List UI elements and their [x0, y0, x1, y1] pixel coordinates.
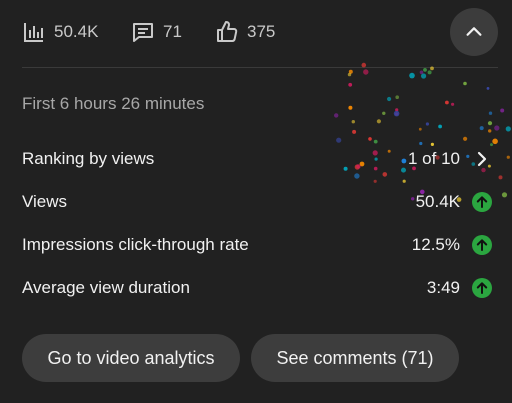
trend-up-icon — [472, 278, 492, 298]
confetti-dot — [351, 120, 355, 124]
confetti-dot — [463, 81, 467, 86]
metric-label: Ranking by views — [22, 149, 155, 168]
see-comments-button[interactable]: See comments (71) — [251, 334, 459, 382]
confetti-dot — [488, 111, 493, 115]
confetti-dot — [361, 62, 367, 68]
metric-row-avg-duration: Average view duration 3:49 — [22, 273, 492, 303]
metric-row-views: Views 50.4K — [22, 187, 492, 217]
confetti-dot — [438, 124, 442, 129]
confetti-dot — [348, 82, 353, 87]
stats-row: 50.4K 71 375 — [0, 0, 512, 64]
confetti-dot — [419, 70, 424, 75]
bar-chart-icon — [24, 23, 43, 42]
likes-stat: 375 — [215, 18, 275, 46]
confetti-dot — [500, 108, 505, 113]
collapse-button[interactable] — [450, 8, 498, 56]
confetti-dot — [486, 87, 490, 90]
confetti-dot — [336, 137, 342, 143]
chevron-up-icon — [466, 27, 482, 36]
confetti-dot — [382, 111, 386, 115]
confetti-dot — [409, 72, 415, 79]
metric-value: 3:49 — [426, 278, 460, 297]
confetti-dot — [373, 139, 378, 144]
confetti-dot — [373, 179, 377, 183]
confetti-dot — [492, 138, 498, 145]
trend-up-icon — [472, 192, 492, 212]
confetti-dot — [463, 136, 468, 141]
confetti-dot — [505, 126, 511, 132]
confetti-dot — [487, 121, 493, 126]
likes-count: 375 — [247, 22, 276, 41]
views-count: 50.4K — [54, 22, 99, 41]
confetti-dot — [423, 68, 427, 72]
comment-icon — [133, 23, 153, 42]
confetti-dot — [425, 122, 429, 126]
confetti-dot — [430, 66, 434, 71]
metric-value: 1 of 10 — [408, 149, 460, 168]
confetti-dot — [421, 73, 427, 79]
confetti-dot — [376, 119, 381, 124]
metric-label: Average view duration — [22, 278, 190, 297]
confetti-dot — [352, 129, 357, 134]
confetti-dot — [498, 175, 503, 180]
confetti-dot — [418, 127, 422, 131]
confetti-dot — [427, 70, 432, 75]
confetti-dot — [334, 113, 339, 118]
metric-row-ranking[interactable]: Ranking by views 1 of 10 — [22, 144, 492, 174]
confetti-dot — [368, 137, 372, 141]
confetti-dot — [393, 110, 400, 117]
video-analytics-button[interactable]: Go to video analytics — [22, 334, 240, 382]
metric-row-ctr: Impressions click-through rate 12.5% — [22, 230, 492, 260]
confetti-dot — [395, 95, 399, 99]
confetti-dot — [348, 105, 353, 110]
metric-value: 50.4K — [415, 192, 460, 211]
confetti-dot — [506, 155, 510, 159]
confetti-dot — [494, 125, 500, 131]
confetti-dot — [501, 192, 508, 198]
comments-count: 71 — [163, 22, 182, 41]
trend-up-icon — [472, 235, 492, 255]
confetti-dot — [402, 179, 406, 183]
metric-label: Views — [22, 192, 68, 211]
metric-value: 12.5% — [411, 235, 460, 254]
confetti-dot — [445, 100, 449, 105]
thumbs-up-icon — [217, 21, 238, 42]
comments-stat: 71 — [131, 18, 182, 46]
confetti-dot — [354, 173, 360, 179]
confetti-dot — [451, 102, 455, 106]
period-label: First 6 hours 26 minutes — [22, 94, 205, 113]
chevron-right-icon — [477, 151, 487, 167]
confetti-dot — [347, 72, 352, 77]
metric-label: Impressions click-through rate — [22, 235, 249, 254]
views-stat: 50.4K — [22, 18, 98, 46]
confetti-dot — [363, 69, 369, 75]
confetti-dot — [387, 96, 392, 102]
confetti-dot — [488, 129, 492, 133]
confetti-dot — [479, 126, 484, 131]
